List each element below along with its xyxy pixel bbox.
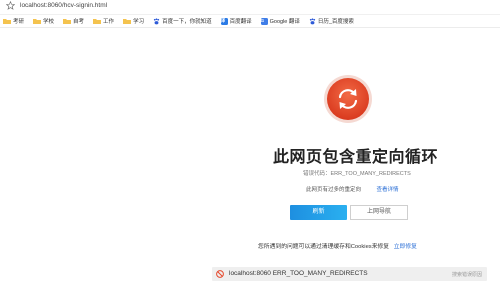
bookmark-study[interactable]: 学习 (123, 16, 144, 27)
details-link[interactable]: 查看详情 (377, 187, 399, 193)
bookmark-school[interactable]: 学校 (33, 16, 54, 27)
bookmarks-bar: 考研 学校 自考 工作 学习 百度一下，你就知道 译 百度翻译 G Google… (0, 15, 500, 28)
bookmark-label: 自考 (73, 19, 85, 25)
redirect-text: 此网页有过多的重定向 (306, 187, 362, 193)
folder-icon (3, 19, 11, 24)
bookmark-label: 学习 (133, 19, 145, 25)
bookmark-kaoyan[interactable]: 考研 (3, 16, 24, 27)
page-title: 此网页包含重定向循环 (273, 149, 439, 166)
bookmark-label: 日历_百度搜索 (317, 19, 354, 25)
url-text[interactable]: localhost:8060/hcv-signin.html (20, 2, 107, 9)
star-icon[interactable] (6, 1, 15, 10)
refresh-button[interactable]: 刷新 (290, 205, 347, 220)
paw-icon (153, 17, 160, 24)
error-bar-text: localhost:8060 ERR_TOO_MANY_REDIRECTS (229, 270, 368, 277)
fix-text: 您所遇到的问题可以通过清理缓存和Cookies来修复 (258, 244, 390, 250)
bookmark-label: 考研 (13, 19, 25, 25)
search-error-link[interactable]: 搜索错误原因 (452, 271, 482, 278)
bookmark-calendar-search[interactable]: 日历_百度搜索 (309, 16, 354, 27)
bookmark-label: 工作 (103, 19, 115, 25)
folder-icon (63, 19, 72, 24)
baidu-calendar-icon (309, 17, 315, 24)
fix-message: 您所遇到的问题可以通过清理缓存和Cookies来修复 立即修复 (258, 241, 417, 250)
redirect-loop-icon (324, 75, 372, 123)
folder-icon (123, 19, 132, 24)
folder-icon (33, 19, 42, 24)
bookmark-label: 百度一下，你就知道 (162, 19, 212, 25)
bookmark-baidu[interactable]: 百度一下，你就知道 (153, 16, 212, 27)
error-bar: localhost:8060 ERR_TOO_MANY_REDIRECTS 搜索… (212, 267, 487, 281)
bookmark-label: 学校 (43, 19, 55, 25)
blocked-icon (216, 270, 224, 278)
address-bar[interactable]: localhost:8060/hcv-signin.html (0, 0, 500, 15)
bookmark-label: Google 翻译 (269, 19, 300, 25)
error-code: 错误代码：ERR_TOO_MANY_REDIRECTS (303, 171, 411, 177)
bookmark-baidu-translate[interactable]: 译 百度翻译 (220, 16, 252, 27)
bookmark-zikao[interactable]: 自考 (63, 16, 84, 27)
navigation-button[interactable]: 上网导航 (350, 205, 408, 220)
bookmark-label: 百度翻译 (229, 19, 252, 25)
google-translate-icon: G (260, 17, 268, 25)
bookmark-google-translate[interactable]: G Google 翻译 (260, 16, 300, 27)
bookmark-work[interactable]: 工作 (93, 16, 114, 27)
redirect-message: 此网页有过多的重定向 查看详情 (306, 185, 399, 193)
baidu-translate-icon: 译 (220, 17, 228, 25)
folder-icon (93, 19, 102, 24)
fix-now-link[interactable]: 立即修复 (394, 244, 417, 250)
